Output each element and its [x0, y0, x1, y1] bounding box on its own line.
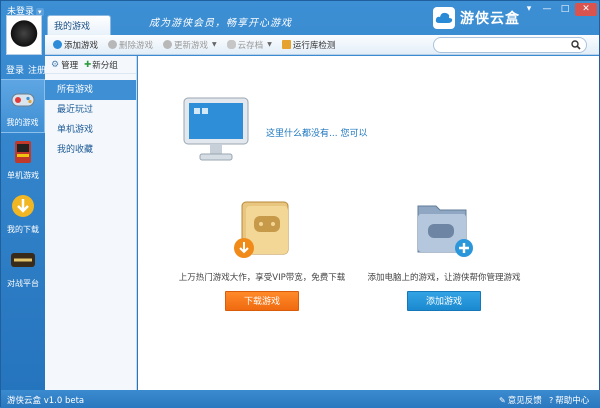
category-pane: ⚙ 管理 ✚ 新分组 所有游戏 最近玩过 单机游戏 我的收藏 [45, 56, 137, 390]
help-icon: ? [549, 395, 554, 405]
delete-icon [108, 40, 118, 49]
sidebar-item-label: 我的游戏 [6, 118, 39, 127]
game-folder-download-icon [234, 201, 289, 258]
status-bar: 游侠云盒 v1.0 beta ✎ 意见反馈 ? 帮助中心 [1, 390, 600, 408]
brand-name: 游侠云盒 [460, 11, 520, 27]
feedback-link[interactable]: ✎ 意见反馈 [499, 394, 542, 407]
delete-game-label: 删除游戏 [119, 40, 154, 51]
add-card-description: 添加电脑上的游戏，让游侠帮你管理游戏 [367, 273, 521, 283]
sidebar-item-label: 对战平台 [7, 279, 39, 288]
delete-game-button[interactable]: 删除游戏 [108, 39, 153, 51]
cloud-save-button[interactable]: 云存档 ▼ [226, 39, 272, 51]
add-card: 添加电脑上的游戏，让游侠帮你管理游戏 添加游戏 [354, 196, 534, 311]
window-controls: ▾ — □ ✕ [521, 3, 597, 16]
empty-state-message: 这里什么都没有... 您可以 [266, 129, 368, 139]
side-nav: 我的游戏 单机游戏 我的下载 对战平台 [1, 79, 45, 295]
help-link[interactable]: ? 帮助中心 [549, 394, 590, 407]
help-label: 帮助中心 [555, 396, 590, 406]
download-card: 上万热门游戏大作，享受VIP带宽，免费下载 下载游戏 [172, 196, 352, 311]
add-games-button[interactable]: 添加游戏 [407, 291, 481, 311]
runtime-check-button[interactable]: 运行库检测 [281, 39, 336, 51]
minimize-icon[interactable]: — [539, 3, 555, 16]
maximize-icon[interactable]: □ [557, 3, 573, 16]
version-label: 游侠云盒 v1.0 beta [7, 396, 85, 406]
plus-icon: ✚ [84, 59, 92, 70]
feedback-label: 意见反馈 [507, 396, 542, 406]
refresh-icon [163, 40, 173, 49]
search-box [433, 37, 587, 53]
toolbox-icon [281, 40, 291, 49]
app-window: 未登录 ▾ 我的游戏 成为游侠会员，畅享开心游戏 游侠云盒 ▾ — □ ✕ 登录注… [0, 0, 600, 408]
cloud-icon [226, 40, 236, 49]
chevron-down-icon[interactable]: ▼ [267, 41, 272, 48]
close-icon[interactable]: ✕ [575, 3, 597, 16]
category-item-single-games[interactable]: 单机游戏 [45, 120, 136, 140]
sidebar-item-single-games[interactable]: 单机游戏 [1, 133, 45, 187]
cloud-logo-icon [433, 7, 455, 29]
tab-my-games[interactable]: 我的游戏 [47, 15, 111, 35]
toolbar: 添加游戏 删除游戏 更新游戏 ▼ 云存档 ▼ 运行库检测 [45, 35, 599, 55]
avatar[interactable] [6, 15, 42, 55]
register-link[interactable]: 注册 [28, 66, 46, 76]
sidebar-item-label: 单机游戏 [7, 171, 39, 180]
login-link[interactable]: 登录 [6, 66, 24, 76]
brand: 游侠云盒 [433, 7, 520, 29]
monitor-icon [183, 97, 249, 161]
download-card-description: 上万热门游戏大作，享受VIP带宽，免费下载 [178, 273, 346, 283]
arcade-icon [8, 137, 38, 167]
title-bar: 未登录 ▾ 我的游戏 成为游侠会员，畅享开心游戏 游侠云盒 ▾ — □ ✕ [1, 1, 600, 35]
new-group-button[interactable]: ✚ 新分组 [84, 59, 118, 71]
add-game-label: 添加游戏 [64, 40, 99, 51]
update-game-button[interactable]: 更新游戏 ▼ [163, 39, 217, 51]
settings-icon: ⚙ [51, 59, 60, 70]
category-actions: ⚙ 管理 ✚ 新分组 [45, 56, 136, 74]
cloud-save-label: 云存档 [237, 40, 264, 51]
category-item-all-games[interactable]: 所有游戏 [45, 80, 136, 100]
gamepad-icon [8, 84, 38, 114]
new-group-label: 新分组 [92, 60, 118, 71]
search-input[interactable] [440, 38, 570, 52]
battle-platform-icon [8, 245, 38, 275]
game-folder-add-icon [417, 205, 473, 257]
sidebar-item-my-downloads[interactable]: 我的下载 [1, 187, 45, 241]
slogan: 成为游侠会员，畅享开心游戏 [149, 18, 292, 29]
menu-icon[interactable]: ▾ [521, 3, 537, 16]
sidebar-item-label: 我的下载 [7, 225, 39, 234]
category-item-favorites[interactable]: 我的收藏 [45, 140, 136, 160]
chevron-down-icon[interactable]: ▼ [212, 41, 217, 48]
search-icon[interactable] [571, 40, 581, 50]
pencil-icon: ✎ [499, 395, 506, 405]
avatar-image [10, 20, 38, 50]
category-item-recently-played[interactable]: 最近玩过 [45, 100, 136, 120]
sidebar-item-battle-platform[interactable]: 对战平台 [1, 241, 45, 295]
download-icon [8, 191, 38, 221]
sidebar-item-my-games[interactable]: 我的游戏 [1, 79, 45, 133]
manage-label: 管理 [61, 60, 79, 71]
category-list: 所有游戏 最近玩过 单机游戏 我的收藏 [45, 80, 136, 160]
add-icon [53, 40, 62, 49]
download-games-button[interactable]: 下载游戏 [225, 291, 299, 311]
main-content: 这里什么都没有... 您可以 上万热门游戏大作，享受VIP带宽，免费下载 下载游… [138, 56, 599, 390]
runtime-check-label: 运行库检测 [292, 40, 336, 51]
update-game-label: 更新游戏 [174, 40, 209, 51]
add-game-button[interactable]: 添加游戏 [53, 39, 98, 51]
auth-links: 登录 注册 [6, 63, 50, 76]
manage-button[interactable]: ⚙ 管理 [51, 59, 78, 71]
